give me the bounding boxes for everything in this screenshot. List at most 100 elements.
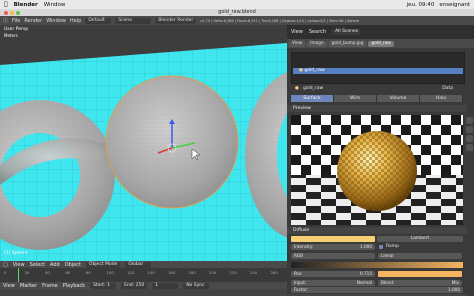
outliner-header: View Search All Scenes [287,25,474,39]
material-slot-row[interactable]: ● gold_raw [293,68,463,74]
ramp-pos-row: Pos: 0.715 [291,271,463,277]
vp-menu-add[interactable]: Add [50,262,60,268]
vp-menu-view[interactable]: View [13,262,25,268]
timeline-tick-label: 0 [4,270,7,275]
end-frame-field[interactable]: End: 250 [121,282,148,289]
subtab-volume[interactable]: Volume [377,95,420,102]
status-strip [0,289,287,296]
timeline-tick-label: 200 [209,270,217,275]
properties-panel: View Search All Scenes View Image gold_b… [287,25,474,296]
outliner-scope[interactable]: All Scenes [332,29,362,35]
material-icon: ● [295,86,299,91]
apple-icon[interactable]:  [4,1,8,8]
subtab-surface[interactable]: Surface [291,95,334,102]
tab-view[interactable]: View [289,40,306,47]
scene-selector[interactable]: Scene [115,17,152,24]
timeline-tick-label: 220 [229,270,237,275]
preview-flat-button[interactable] [466,126,473,133]
tab-image-file[interactable]: gold_bump.jpg [328,40,367,47]
sync-selector[interactable]: No Sync [183,282,210,289]
tab-material[interactable]: gold_raw [368,40,394,47]
preview-monkey-button[interactable] [466,144,473,151]
diffuse-color-swatch[interactable] [291,236,375,242]
menu-app[interactable]: Blender [14,2,38,8]
ramp-mode-selector[interactable]: RGB [291,253,375,259]
3d-viewport[interactable]: User Persp Meters (1) Sphere [0,25,287,261]
ramp-toggle[interactable]: Ramp [379,244,399,249]
color-ramp-bar[interactable] [291,262,463,268]
clock: jeu. 09:40 [406,1,435,8]
close-icon[interactable] [4,10,8,15]
data-selector[interactable]: Data [442,86,453,91]
vp-menu-object[interactable]: Object [65,262,81,268]
viewport-units: Meters [4,33,18,38]
editor-type-icon[interactable]: ▢ [3,262,8,268]
preview-sphere-button[interactable] [466,117,473,124]
timeline-tick-label: 240 [250,270,258,275]
tl-menu-playback[interactable]: Playback [63,283,85,289]
ramp-input-field[interactable]: Input: Normal [291,280,375,286]
material-name[interactable]: gold_raw [303,86,438,91]
material-datablock-field[interactable]: ● gold_raw Data [291,85,463,92]
preview-render [291,115,463,225]
zoom-icon[interactable] [16,10,20,15]
timeline-ruler[interactable]: 0 20 40 60 80 100 120 140 160 180 200 220 240 260 [0,268,287,282]
ramp-blend-field[interactable]: Blend: Mix [378,280,462,286]
stats-text: v2.75 | Verts:8,368 | Faces:8,311 | Tris… [200,18,360,23]
subtab-wire[interactable]: Wire [334,95,377,102]
ramp-interp-selector[interactable]: Linear [378,253,462,259]
viewport-header: ▢ View Select Add Object Object Mode Glo… [0,261,287,268]
outliner-view[interactable]: View [291,29,303,35]
layout-selector[interactable]: Default [85,17,112,24]
info-editor-icon[interactable]: ⓘ [3,17,8,24]
ramp-stop-color[interactable] [378,271,462,277]
ramp-checkbox[interactable] [379,244,383,249]
ramp-controls: RGB Linear [291,253,463,259]
material-sphere-icon: ● [299,68,303,73]
tl-menu-marker[interactable]: Marker [20,283,37,289]
timeline-tick-label: 60 [65,270,71,275]
current-frame-marker[interactable] [18,268,19,282]
timeline-tick-label: 80 [86,270,91,275]
tab-image[interactable]: Image [307,40,327,47]
timeline-area: ▢ View Select Add Object Object Mode Glo… [0,261,287,296]
window-titlebar: gold_raw.blend [0,9,474,16]
timeline-tick-label: 180 [188,270,196,275]
ramp-factor-field[interactable]: Factor: 1.000 [291,287,463,293]
user-name[interactable]: enseignant [439,2,470,8]
timeline-tick-label: 40 [45,270,50,275]
menu-window[interactable]: Window [44,2,66,8]
start-frame-field[interactable]: Start: 1 [90,282,117,289]
current-frame-field[interactable]: 1 [152,282,179,289]
timeline-tick-label: 100 [106,270,114,275]
intensity-field[interactable]: Intensity: 1.000 [291,244,375,250]
orientation-selector[interactable]: Global [125,261,152,268]
viewport-object-label: (1) Sphere [4,251,28,256]
preview-cube-button[interactable] [466,135,473,142]
preview-section-header[interactable]: Preview [287,105,467,112]
menu-window-b[interactable]: Window [46,18,66,24]
minimize-icon[interactable] [10,10,14,15]
window-title: gold_raw.blend [218,9,256,15]
material-type-tabs: Surface Wire Volume Halo [291,95,463,102]
timeline-tick-label: 20 [24,270,30,275]
subtab-halo[interactable]: Halo [420,95,463,102]
mode-selector[interactable]: Object Mode [86,261,121,268]
diffuse-section-header[interactable]: Diffuse [287,227,467,234]
menu-render[interactable]: Render [24,18,42,24]
menu-file[interactable]: File [12,18,20,24]
timeline-tick-label: 160 [168,270,176,275]
blender-info-header: ⓘ File Render Window Help Default Scene … [0,16,474,25]
vp-menu-select[interactable]: Select [30,262,45,268]
tl-menu-view[interactable]: View [3,283,15,289]
tl-menu-frame[interactable]: Frame [42,283,58,289]
diffuse-shader-selector[interactable]: Lambert [377,236,463,242]
timeline-tick-label: 120 [127,270,135,275]
timeline-tick-label: 260 [270,270,278,275]
material-slot-list[interactable]: ● gold_raw [291,52,465,84]
render-engine-selector[interactable]: Blender Render [155,17,197,24]
outliner-search[interactable]: Search [309,29,326,35]
ramp-pos-field[interactable]: Pos: 0.715 [291,271,375,277]
menu-help[interactable]: Help [70,18,81,24]
viewport-label: User Persp [4,27,29,32]
